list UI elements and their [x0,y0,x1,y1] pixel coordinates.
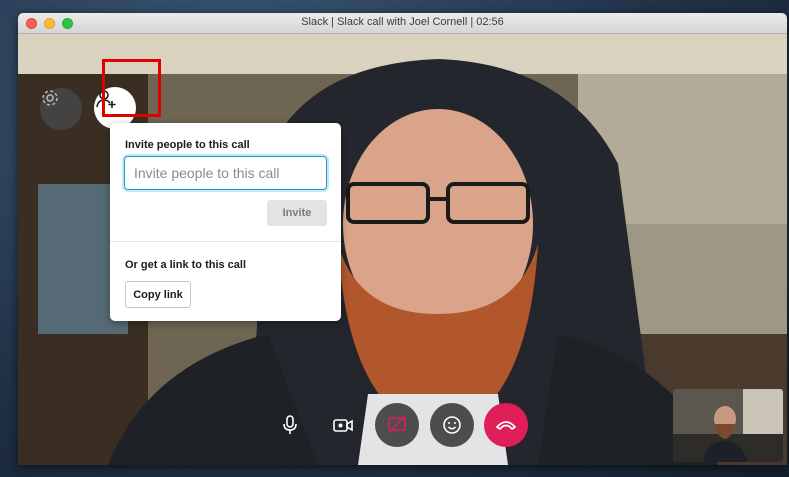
invite-heading: Invite people to this call [125,139,250,151]
self-view-video [673,389,783,462]
gear-icon [42,90,58,106]
video-camera-icon [333,419,353,432]
copy-link-button[interactable]: Copy link [125,281,191,308]
popover-divider [110,241,341,242]
invite-button-highlight [102,59,161,117]
self-view-image [673,389,783,462]
hang-up-icon [496,421,516,430]
microphone-button[interactable] [268,403,312,447]
window-title: Slack | Slack call with Joel Cornell | 0… [301,16,504,28]
call-window: Slack | Slack call with Joel Cornell | 0… [18,13,787,465]
link-heading: Or get a link to this call [125,259,247,271]
screen-share-off-icon [388,415,406,434]
camera-button[interactable] [321,403,365,447]
invite-popover: Invite people to this call Invite Or get… [110,123,341,321]
microphone-icon [283,415,297,434]
title-bar: Slack | Slack call with Joel Cornell | 0… [18,13,787,34]
invite-people-input[interactable] [124,156,327,190]
screen-share-button[interactable] [375,403,419,447]
reactions-button[interactable] [430,403,474,447]
settings-button[interactable] [40,88,82,130]
hang-up-button[interactable] [484,403,528,447]
smiley-icon [443,416,461,434]
invite-submit-button[interactable]: Invite [267,200,327,226]
